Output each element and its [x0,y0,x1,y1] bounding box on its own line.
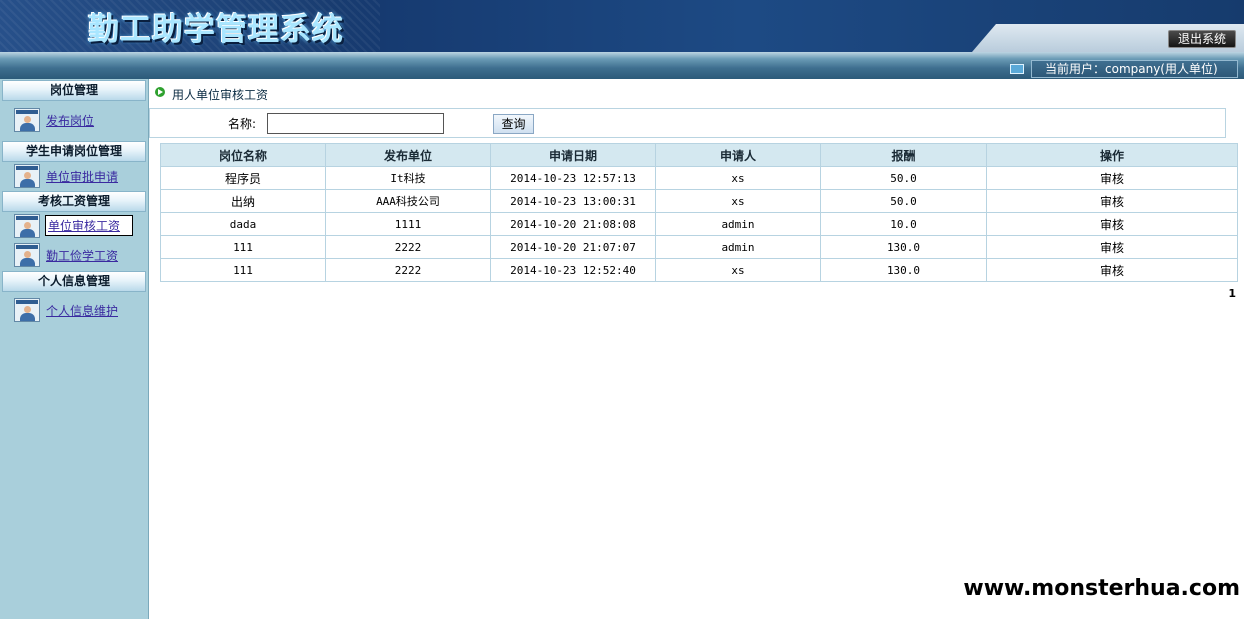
cell-applicant: admin [655,212,821,236]
review-action-link[interactable]: 审核 [986,189,1238,213]
sidebar-item-label[interactable]: 发布岗位 [46,112,94,129]
table-row: 111 2222 2014-10-23 12:52:40 xs 130.0 审核 [160,258,1238,282]
sidebar-section-job-management[interactable]: 岗位管理 [2,80,146,101]
user-icon [14,243,40,267]
cell-applicant: admin [655,235,821,259]
cell-applicant: xs [655,258,821,282]
cell-apply-date: 2014-10-23 12:52:40 [490,258,656,282]
column-header-action: 操作 [986,143,1238,167]
cell-job-name: 程序员 [160,166,326,190]
exit-system-button[interactable]: 退出系统 [1168,30,1236,48]
sidebar-item-label[interactable]: 个人信息维护 [46,302,118,319]
sidebar-item-label-active[interactable]: 单位审核工资 [45,215,134,236]
cell-publisher: It科技 [325,166,491,190]
breadcrumb-text: 用人单位审核工资 [172,88,269,102]
sidebar-item-label[interactable]: 勤工俭学工资 [46,247,118,264]
cell-publisher: 2222 [325,258,491,282]
cell-publisher: 2222 [325,235,491,259]
user-bar: 当前用户：company(用人单位) [0,52,1244,79]
column-header-apply-date: 申请日期 [490,143,656,167]
column-header-pay: 报酬 [820,143,987,167]
table-header-row: 岗位名称 发布单位 申请日期 申请人 报酬 操作 [160,143,1238,167]
cell-job-name: 111 [160,258,326,282]
cell-publisher: 1111 [325,212,491,236]
sidebar-item-label[interactable]: 单位审批申请 [46,168,118,185]
query-button[interactable]: 查询 [493,114,534,134]
search-panel: 名称: 查询 [149,108,1226,138]
cell-pay: 50.0 [820,166,987,190]
watermark-text: www.monsterhua.com [961,576,1242,601]
cell-pay: 10.0 [820,212,987,236]
review-action-link[interactable]: 审核 [986,258,1238,282]
cell-applicant: xs [655,189,821,213]
table-row: 程序员 It科技 2014-10-23 12:57:13 xs 50.0 审核 [160,166,1238,190]
review-action-link[interactable]: 审核 [986,166,1238,190]
play-arrow-icon [155,87,165,97]
cell-job-name: dada [160,212,326,236]
column-header-applicant: 申请人 [655,143,821,167]
user-icon [14,214,40,238]
review-action-link[interactable]: 审核 [986,212,1238,236]
table-row: 111 2222 2014-10-20 21:07:07 admin 130.0… [160,235,1238,259]
current-user-label: 当前用户：company(用人单位) [1031,60,1238,78]
table-row: 出纳 AAA科技公司 2014-10-23 13:00:31 xs 50.0 审… [160,189,1238,213]
cell-apply-date: 2014-10-23 13:00:31 [490,189,656,213]
app-title: 勤工助学管理系统 [88,12,344,48]
cell-pay: 130.0 [820,235,987,259]
cell-apply-date: 2014-10-20 21:08:08 [490,212,656,236]
cell-publisher: AAA科技公司 [325,189,491,213]
review-action-link[interactable]: 审核 [986,235,1238,259]
name-search-input[interactable] [267,113,444,134]
cell-apply-date: 2014-10-23 12:57:13 [490,166,656,190]
user-icon [14,164,40,188]
user-icon [14,298,40,322]
column-header-job-name: 岗位名称 [160,143,326,167]
search-label: 名称: [228,117,257,131]
user-icon [14,108,40,132]
cell-applicant: xs [655,166,821,190]
monitor-icon [1010,64,1024,74]
cell-pay: 130.0 [820,258,987,282]
app-header: 勤工助学管理系统 退出系统 [0,0,1244,52]
wage-review-table: 岗位名称 发布单位 申请日期 申请人 报酬 操作 程序员 It科技 2014-1… [160,143,1238,282]
cell-pay: 50.0 [820,189,987,213]
sidebar-section-wage-review[interactable]: 考核工资管理 [2,191,146,212]
table-row: dada 1111 2014-10-20 21:08:08 admin 10.0… [160,212,1238,236]
cell-job-name: 出纳 [160,189,326,213]
sidebar-section-student-applications[interactable]: 学生申请岗位管理 [2,141,146,162]
sidebar-section-personal-info[interactable]: 个人信息管理 [2,271,146,292]
cell-job-name: 111 [160,235,326,259]
sidebar: 岗位管理 发布岗位 学生申请岗位管理 单位审批申请 考核工资管理 单位审核工资 … [0,79,149,619]
column-header-publisher: 发布单位 [325,143,491,167]
pagination-current-page[interactable]: 1 [1228,287,1236,300]
cell-apply-date: 2014-10-20 21:07:07 [490,235,656,259]
